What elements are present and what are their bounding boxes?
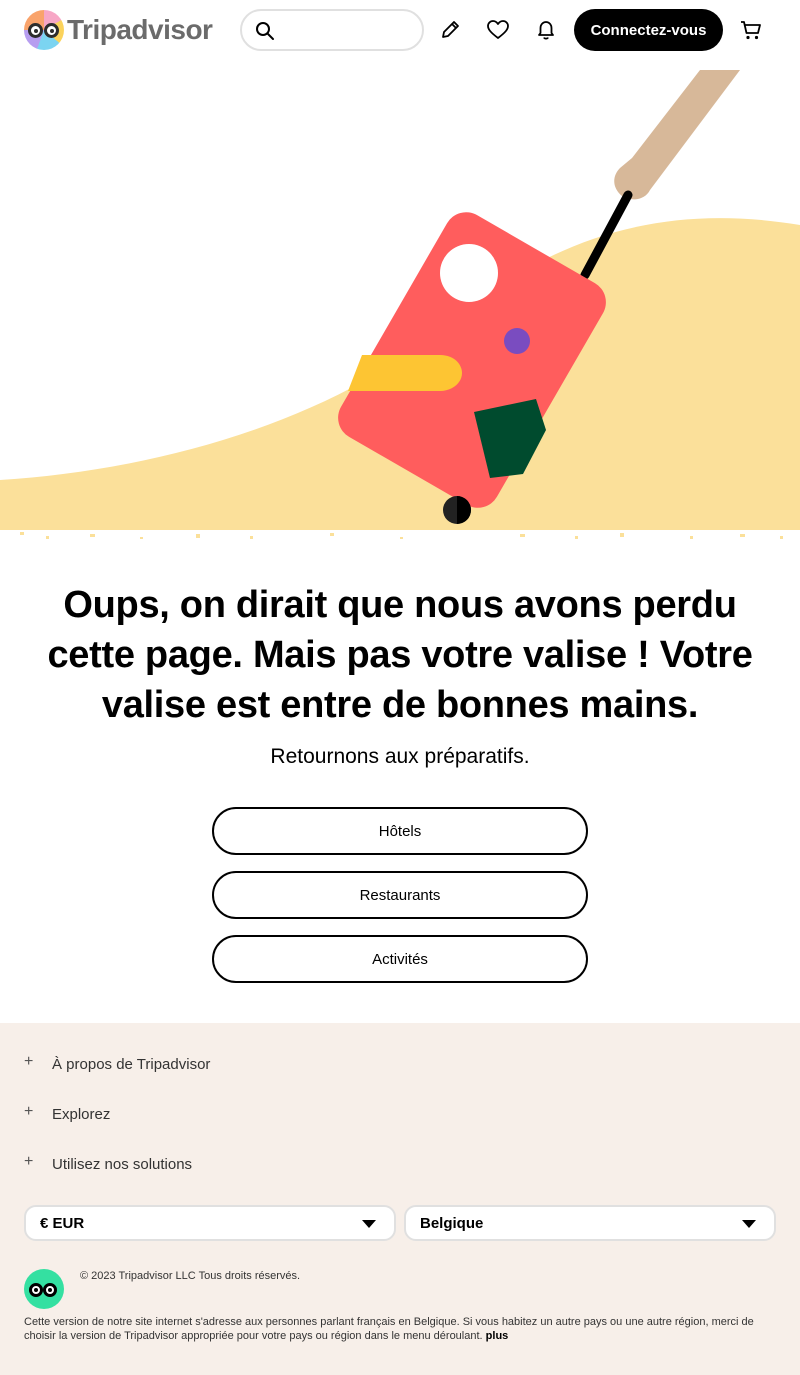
hotels-button[interactable]: Hôtels <box>212 807 588 855</box>
copyright-text: © 2023 Tripadvisor LLC Tous droits réser… <box>80 1270 301 1282</box>
error-subline: Retournons aux préparatifs. <box>270 745 530 768</box>
plus-icon: + <box>24 1102 34 1120</box>
footer-section-label: Utilisez nos solutions <box>52 1156 193 1173</box>
chevron-down-icon <box>742 1220 756 1228</box>
region-value: Belgique <box>420 1214 484 1232</box>
bell-icon[interactable] <box>534 18 558 42</box>
site-footer: + À propos de Tripadvisor + Explorez + U… <box>0 1023 800 1375</box>
signin-button[interactable]: Connectez-vous <box>574 9 723 51</box>
footer-section-solutions[interactable]: + Utilisez nos solutions <box>24 1152 193 1174</box>
disclaimer-text: Cette version de notre site internet s'a… <box>24 1316 754 1342</box>
pencil-icon[interactable] <box>438 18 462 42</box>
top-header: Tripadvisor Connectez-vous <box>0 0 800 60</box>
brand-name: Tripadvisor <box>67 14 213 45</box>
footer-section-label: Explorez <box>52 1106 111 1123</box>
plus-icon: + <box>24 1152 34 1170</box>
footer-section-explore[interactable]: + Explorez <box>24 1102 111 1124</box>
search-input[interactable] <box>284 19 414 41</box>
tripadvisor-logo[interactable]: Tripadvisor <box>24 10 213 50</box>
region-select[interactable]: Belgique <box>404 1205 776 1241</box>
error-headline: Oups, on dirait que nous avons perdu cet… <box>47 584 753 726</box>
restaurants-button[interactable]: Restaurants <box>212 871 588 919</box>
search-box[interactable] <box>240 9 424 51</box>
owl-logo-icon <box>24 1269 64 1309</box>
heart-icon[interactable] <box>486 18 510 42</box>
lost-suitcase-illustration <box>0 60 800 545</box>
owl-logo-icon <box>24 10 64 50</box>
search-icon <box>256 22 274 40</box>
plus-icon: + <box>24 1052 34 1070</box>
currency-select[interactable]: € EUR <box>24 1205 396 1241</box>
locale-disclaimer: Cette version de notre site internet s'a… <box>24 1315 764 1343</box>
footer-section-label: À propos de Tripadvisor <box>52 1056 211 1073</box>
activities-button[interactable]: Activités <box>212 935 588 983</box>
cart-icon[interactable] <box>739 18 763 42</box>
more-link[interactable]: plus <box>486 1330 509 1342</box>
chevron-down-icon <box>362 1220 376 1228</box>
currency-value: € EUR <box>40 1214 85 1232</box>
footer-section-about[interactable]: + À propos de Tripadvisor <box>24 1052 211 1074</box>
